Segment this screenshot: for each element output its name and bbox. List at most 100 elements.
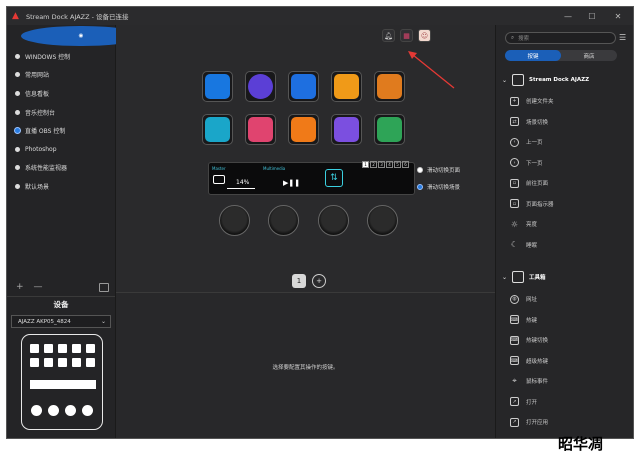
layers-icon [334, 74, 359, 99]
screen-page[interactable]: 3 [378, 161, 385, 168]
profile-radio [15, 90, 20, 96]
action-item[interactable]: ↗ 打开应用 [510, 412, 630, 433]
profile-item[interactable]: 常用网站 [7, 66, 115, 85]
profile-radio [15, 128, 20, 134]
super-hotkey-icon: ⌨ [510, 356, 519, 366]
page-button[interactable]: 1 [292, 274, 306, 288]
profile-label: 常用网站 [25, 72, 50, 80]
action-item[interactable]: ⌨ 超级热键 [510, 351, 630, 372]
profile-label: 直播 OBS 控制 [25, 128, 66, 136]
key-7[interactable] [245, 114, 276, 145]
action-label: 前往页面 [526, 181, 549, 188]
profile-item-selected[interactable]: 直播 OBS 控制 [7, 121, 115, 140]
screen-page[interactable]: 4 [386, 161, 393, 168]
key-5[interactable] [374, 71, 405, 102]
webcam-icon [291, 74, 316, 99]
maximize-button[interactable]: ☐ [581, 7, 603, 25]
action-item[interactable]: ▫ 前往页面 [510, 173, 630, 194]
profile-label: WINDOWS 控制 [25, 53, 71, 61]
key-4[interactable] [331, 71, 362, 102]
bell-icon[interactable]: 🔔︎ [382, 29, 395, 42]
profile-item[interactable]: 音乐控制台 [7, 103, 115, 122]
action-item[interactable]: ⌨ 热键 [510, 310, 630, 331]
radio-swipe-page[interactable]: 滑动切换页面 [417, 166, 460, 174]
knob-4[interactable] [367, 205, 398, 236]
device-key [86, 358, 95, 367]
category-toolbox[interactable]: ⌄ 工具箱 [496, 267, 633, 287]
add-page-button[interactable]: + [312, 274, 326, 288]
screen-page[interactable]: 5 [394, 161, 401, 168]
action-item[interactable]: ☾ 睡眠 [510, 235, 630, 256]
action-item[interactable]: ◍ 网址 [510, 289, 630, 310]
key-1[interactable] [202, 71, 233, 102]
profile-label: 系统性能监视器 [25, 165, 68, 173]
radio-label: 滑动切换页面 [427, 168, 461, 174]
knob-1[interactable] [219, 205, 250, 236]
minimize-button[interactable]: — [557, 7, 579, 25]
search-icon: ⌕ [511, 34, 515, 41]
action-item[interactable]: ↗ 打开 [510, 392, 630, 413]
next-page-icon: › [510, 158, 519, 168]
add-profile-button[interactable]: + [16, 282, 24, 292]
action-item[interactable]: ☼ 亮度 [510, 214, 630, 235]
tab-actions[interactable]: 按键 [505, 50, 561, 61]
remove-profile-button[interactable]: — [34, 282, 43, 292]
profile-item[interactable]: Photoshop [7, 140, 115, 159]
screen-page[interactable]: 1 [362, 161, 369, 168]
key-10[interactable] [374, 114, 405, 145]
avatar[interactable]: ☺ [418, 29, 431, 42]
property-inspector: 选择要配置其操作的按键。 [116, 292, 495, 438]
knob-3[interactable] [318, 205, 349, 236]
profile-item[interactable]: 信息看板 [7, 84, 115, 103]
screen-page[interactable]: 2 [370, 161, 377, 168]
import-profile-icon[interactable] [99, 282, 109, 292]
device-key [30, 344, 39, 353]
device-key [30, 358, 39, 367]
key-3[interactable] [288, 71, 319, 102]
tab-store[interactable]: 商店 [561, 50, 617, 61]
action-item[interactable]: ▫ 页面指示器 [510, 194, 630, 215]
key-2[interactable] [245, 71, 276, 102]
category-label: Stream Dock AJAZZ [529, 77, 590, 83]
volume-bar [227, 188, 255, 189]
profile-label: 默认场景 [25, 183, 50, 191]
device-key [44, 344, 53, 353]
profile-item[interactable]: 系统性能监视器 [7, 159, 115, 178]
category-label: 工具箱 [529, 275, 546, 281]
key-6[interactable] [202, 114, 233, 145]
knob-2[interactable] [268, 205, 299, 236]
device-select[interactable]: AJAZZ AKP05_4824 ⌄ [11, 315, 111, 328]
device-key [72, 344, 81, 353]
action-item[interactable]: ‹ 上一页 [510, 132, 630, 153]
key-9[interactable] [331, 114, 362, 145]
profile-radio [15, 183, 20, 189]
screen-page[interactable]: 6 [402, 161, 409, 168]
screen-page-indicator: 1 2 3 4 5 6 [362, 161, 409, 168]
profile-radio [15, 165, 20, 171]
action-item[interactable]: + 创建文件夹 [510, 91, 630, 112]
divider [7, 296, 115, 297]
radio-swipe-scene[interactable]: 滑动切换场景 [417, 183, 460, 191]
profile-actions: + — [7, 280, 115, 294]
action-label: 鼠标事件 [526, 379, 549, 386]
list-view-icon[interactable]: ☰ [619, 33, 626, 42]
users-icon [248, 117, 273, 142]
device-key [58, 344, 67, 353]
globe-icon: ◍ [510, 294, 519, 304]
action-item[interactable]: › 下一页 [510, 153, 630, 174]
title-bar: ▲ Stream Dock AJAZZ - 设备已连接 — ☐ ✕ [7, 7, 633, 25]
action-item[interactable]: ⌨ 热键切换 [510, 330, 630, 351]
profile-item[interactable]: 默认场景 [7, 177, 115, 196]
open-icon: ↗ [510, 397, 519, 407]
action-item[interactable]: ⌖ 鼠标事件 [510, 371, 630, 392]
action-item[interactable]: ⇄ 场景切换 [510, 112, 630, 133]
action-label: 打开 [526, 399, 538, 406]
apps-icon[interactable]: ▦ [400, 29, 413, 42]
profile-item[interactable]: WINDOWS 控制 [7, 47, 115, 66]
search-input[interactable]: ⌕ 搜索 [505, 32, 616, 44]
key-8[interactable] [288, 114, 319, 145]
studio-mode-icon [377, 117, 402, 142]
goto-page-icon: ▫ [510, 178, 519, 188]
category-stream-dock[interactable]: ⌄ Stream Dock AJAZZ [496, 70, 633, 90]
close-button[interactable]: ✕ [607, 7, 629, 25]
